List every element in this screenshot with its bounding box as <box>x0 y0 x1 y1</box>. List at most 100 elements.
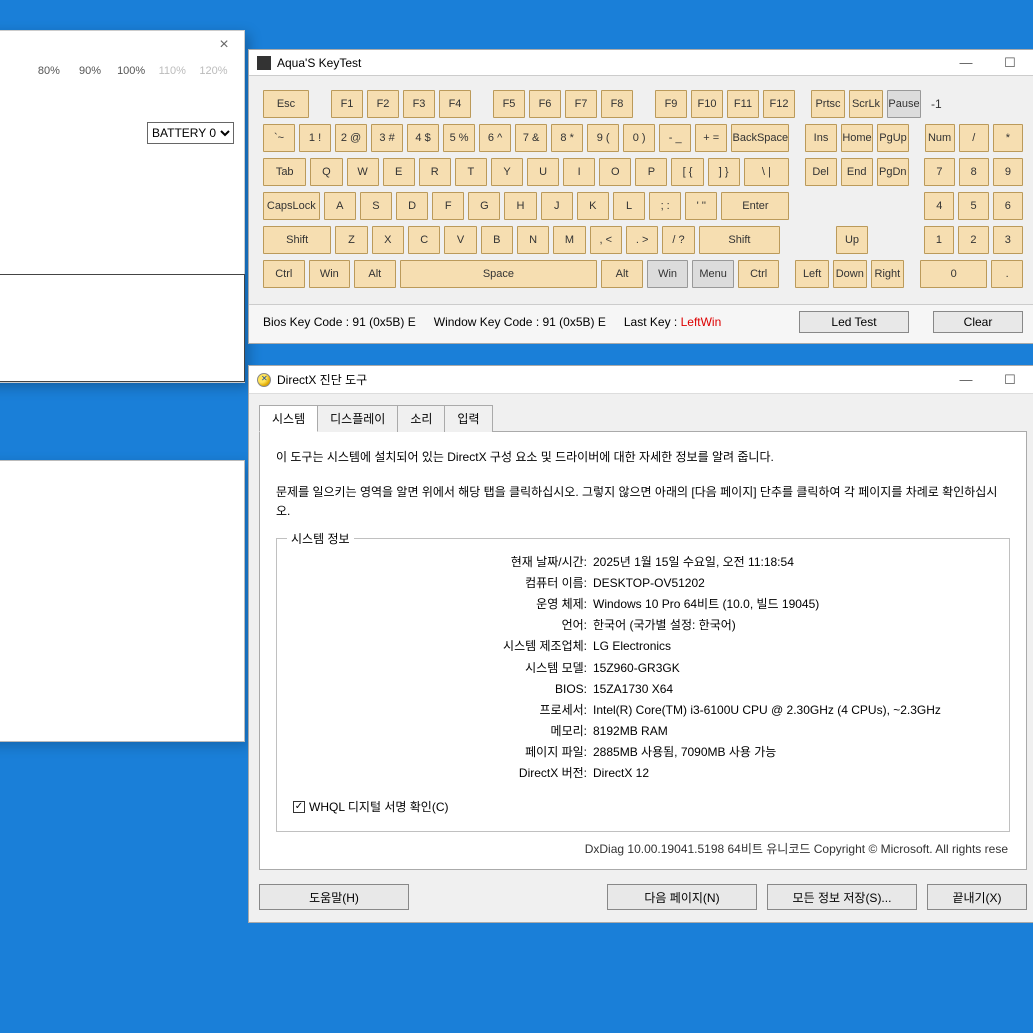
key-win[interactable]: Win <box>647 260 689 288</box>
key--[interactable]: ' '' <box>685 192 717 220</box>
key-down[interactable]: Down <box>833 260 867 288</box>
key-space[interactable]: Space <box>400 260 598 288</box>
save-all-button[interactable]: 모든 정보 저장(S)... <box>767 884 917 910</box>
key-f[interactable]: F <box>432 192 464 220</box>
close-icon[interactable]: × <box>204 36 244 54</box>
key--[interactable]: , < <box>590 226 622 254</box>
key-f8[interactable]: F8 <box>601 90 633 118</box>
key-win[interactable]: Win <box>309 260 351 288</box>
key--[interactable]: \ | <box>744 158 789 186</box>
next-page-button[interactable]: 다음 페이지(N) <box>607 884 757 910</box>
key-c[interactable]: C <box>408 226 440 254</box>
key-f4[interactable]: F4 <box>439 90 471 118</box>
maximize-icon[interactable]: ☐ <box>991 372 1029 388</box>
key-num[interactable]: Num <box>925 124 955 152</box>
key-end[interactable]: End <box>841 158 873 186</box>
key-e[interactable]: E <box>383 158 415 186</box>
key-alt[interactable]: Alt <box>601 260 643 288</box>
key--[interactable]: `~ <box>263 124 295 152</box>
key-scrlk[interactable]: ScrLk <box>849 90 883 118</box>
key-2[interactable]: 2 <box>958 226 988 254</box>
key-j[interactable]: J <box>541 192 573 220</box>
led-test-button[interactable]: Led Test <box>799 311 909 333</box>
key-g[interactable]: G <box>468 192 500 220</box>
key-y[interactable]: Y <box>491 158 523 186</box>
key-9[interactable]: 9 <box>993 158 1023 186</box>
key-f5[interactable]: F5 <box>493 90 525 118</box>
tab-소리[interactable]: 소리 <box>397 405 445 432</box>
keytest-titlebar[interactable]: Aqua'S KeyTest — ☐ <box>249 50 1033 76</box>
key-pgdn[interactable]: PgDn <box>877 158 909 186</box>
key--[interactable]: ] } <box>708 158 740 186</box>
tab-시스템[interactable]: 시스템 <box>259 405 318 432</box>
key-ins[interactable]: Ins <box>805 124 837 152</box>
key-m[interactable]: M <box>553 226 585 254</box>
key-pgup[interactable]: PgUp <box>877 124 909 152</box>
tab-입력[interactable]: 입력 <box>444 405 492 432</box>
minimize-icon[interactable]: — <box>947 372 985 387</box>
key-w[interactable]: W <box>347 158 379 186</box>
key-esc[interactable]: Esc <box>263 90 309 118</box>
key-alt[interactable]: Alt <box>354 260 396 288</box>
key--[interactable]: - _ <box>659 124 691 152</box>
key-backspace[interactable]: BackSpace <box>731 124 789 152</box>
key-up[interactable]: Up <box>836 226 868 254</box>
key-tab[interactable]: Tab <box>263 158 306 186</box>
key-6-[interactable]: 6 ^ <box>479 124 511 152</box>
key-o[interactable]: O <box>599 158 631 186</box>
key-7-[interactable]: 7 & <box>515 124 547 152</box>
key-x[interactable]: X <box>372 226 404 254</box>
key-f6[interactable]: F6 <box>529 90 561 118</box>
key-l[interactable]: L <box>613 192 645 220</box>
clear-button[interactable]: Clear <box>933 311 1023 333</box>
key-prtsc[interactable]: Prtsc <box>811 90 845 118</box>
key-5-[interactable]: 5 % <box>443 124 475 152</box>
key-left[interactable]: Left <box>795 260 829 288</box>
maximize-icon[interactable]: ☐ <box>991 55 1029 71</box>
key--[interactable]: . > <box>626 226 658 254</box>
key-b[interactable]: B <box>481 226 513 254</box>
minimize-icon[interactable]: — <box>947 55 985 70</box>
key-p[interactable]: P <box>635 158 667 186</box>
key-f3[interactable]: F3 <box>403 90 435 118</box>
key-8-[interactable]: 8 * <box>551 124 583 152</box>
key-f9[interactable]: F9 <box>655 90 687 118</box>
key--[interactable]: / ? <box>662 226 694 254</box>
key-ctrl[interactable]: Ctrl <box>738 260 780 288</box>
key--[interactable]: ; : <box>649 192 681 220</box>
key-0-[interactable]: 0 ) <box>623 124 655 152</box>
key-4-[interactable]: 4 $ <box>407 124 439 152</box>
key-r[interactable]: R <box>419 158 451 186</box>
key--[interactable]: * <box>993 124 1023 152</box>
key-menu[interactable]: Menu <box>692 260 734 288</box>
key-a[interactable]: A <box>324 192 356 220</box>
key-v[interactable]: V <box>444 226 476 254</box>
key-enter[interactable]: Enter <box>721 192 789 220</box>
key-shift[interactable]: Shift <box>263 226 331 254</box>
key-2-[interactable]: 2 @ <box>335 124 367 152</box>
key-6[interactable]: 6 <box>993 192 1023 220</box>
key-ctrl[interactable]: Ctrl <box>263 260 305 288</box>
key-shift[interactable]: Shift <box>699 226 781 254</box>
key-3-[interactable]: 3 # <box>371 124 403 152</box>
key-f12[interactable]: F12 <box>763 90 795 118</box>
key--[interactable]: [ { <box>671 158 703 186</box>
key-right[interactable]: Right <box>871 260 905 288</box>
key-9-[interactable]: 9 ( <box>587 124 619 152</box>
key-f11[interactable]: F11 <box>727 90 759 118</box>
key-f7[interactable]: F7 <box>565 90 597 118</box>
battery-selector[interactable]: BATTERY 0 <box>147 122 234 144</box>
key-k[interactable]: K <box>577 192 609 220</box>
key--[interactable]: . <box>991 260 1023 288</box>
key-8[interactable]: 8 <box>959 158 989 186</box>
key-d[interactable]: D <box>396 192 428 220</box>
key--[interactable]: + = <box>695 124 727 152</box>
key-capslock[interactable]: CapsLock <box>263 192 320 220</box>
key-4[interactable]: 4 <box>924 192 954 220</box>
key--[interactable]: / <box>959 124 989 152</box>
key-s[interactable]: S <box>360 192 392 220</box>
key-t[interactable]: T <box>455 158 487 186</box>
whql-checkbox[interactable]: ✓ <box>293 801 305 813</box>
key-f2[interactable]: F2 <box>367 90 399 118</box>
key-1-[interactable]: 1 ! <box>299 124 331 152</box>
